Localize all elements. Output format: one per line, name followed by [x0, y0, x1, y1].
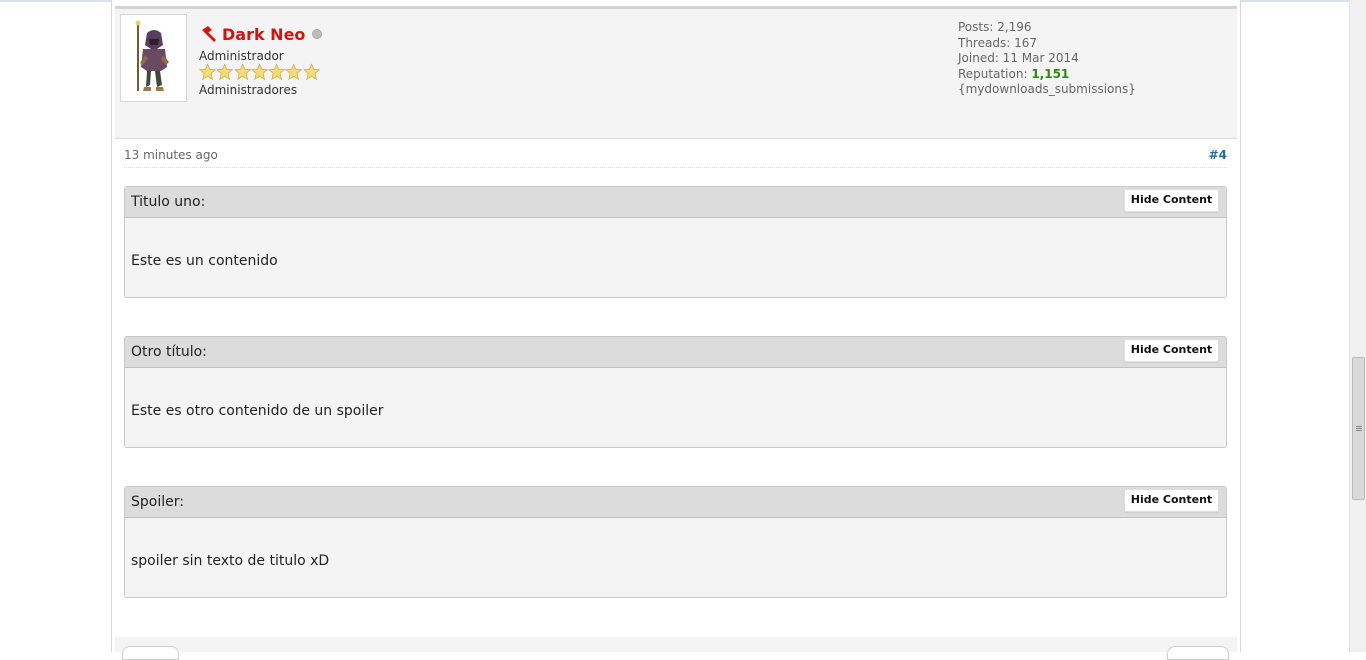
author-stats: Posts: 2,196 Threads: 167 Joined: 11 Mar…: [958, 20, 1237, 98]
star-icon: [268, 63, 286, 81]
hammer-icon: [202, 26, 216, 42]
star-icon: [199, 63, 217, 81]
spoiler-header: Otro título: Hide Content: [125, 337, 1226, 368]
hide-content-button[interactable]: Hide Content: [1124, 489, 1219, 512]
avatar-image: [135, 20, 169, 91]
spoiler-box: Spoiler: Hide Content spoiler sin texto …: [124, 486, 1227, 598]
user-stars: [199, 63, 321, 81]
post-author-panel: Dark Neo Administrador Administradores P…: [115, 6, 1237, 139]
offline-status-icon: [312, 29, 323, 39]
spoiler-title: Spoiler:: [131, 494, 184, 510]
post-meta: 13 minutes ago #4: [124, 147, 1227, 168]
scrollbar-grip-icon: [1356, 426, 1362, 427]
star-icon: [250, 63, 269, 81]
spoiler-box: Otro título: Hide Content Este es otro c…: [124, 336, 1227, 448]
stat-posts: Posts: 2,196: [958, 20, 1032, 34]
star-icon: [285, 63, 303, 81]
scrollbar-thumb[interactable]: [1352, 357, 1365, 500]
spoiler-title: Titulo uno:: [131, 194, 206, 210]
spoiler-content: Este es un contenido: [131, 253, 278, 269]
spoiler-title: Otro título:: [131, 344, 207, 360]
star-icon: [233, 63, 251, 81]
username-link[interactable]: Dark Neo: [222, 25, 305, 44]
avatar[interactable]: [120, 14, 187, 102]
spoiler-header: Spoiler: Hide Content: [125, 487, 1226, 518]
post-number-link[interactable]: #4: [1209, 148, 1227, 162]
spoiler-content: Este es otro contenido de un spoiler: [131, 403, 384, 419]
spoiler-content: spoiler sin texto de titulo xD: [131, 553, 330, 569]
stat-joined: Joined: 11 Mar 2014: [958, 51, 1079, 65]
reputation-label: Reputation:: [958, 66, 1028, 81]
star-icon: [302, 63, 321, 81]
page-scrollbar[interactable]: [1349, 0, 1366, 652]
post-time: 13 minutes ago: [124, 148, 218, 162]
post-footer: [115, 637, 1237, 660]
spoiler-header: Titulo uno: Hide Content: [125, 187, 1226, 218]
user-group: Administradores: [199, 83, 298, 97]
reputation-value[interactable]: 1,151: [1031, 67, 1069, 81]
reputation-extra: {mydownloads_submissions}: [958, 82, 1136, 96]
hide-content-button[interactable]: Hide Content: [1124, 189, 1219, 212]
username-row: Dark Neo: [199, 23, 323, 45]
star-icon: [216, 63, 234, 81]
stat-threads: Threads: 167: [958, 35, 1037, 50]
spoiler-box: Titulo uno: Hide Content Este es un cont…: [124, 186, 1227, 298]
stat-reputation: Reputation: 1,151 {mydownloads_submissio…: [958, 67, 1237, 98]
hide-content-button[interactable]: Hide Content: [1124, 339, 1219, 362]
footer-right-button[interactable]: [1167, 646, 1229, 660]
user-title: Administrador: [199, 49, 284, 63]
forum-page: Dark Neo Administrador Administradores P…: [111, 0, 1241, 660]
footer-left-button[interactable]: [122, 646, 179, 660]
